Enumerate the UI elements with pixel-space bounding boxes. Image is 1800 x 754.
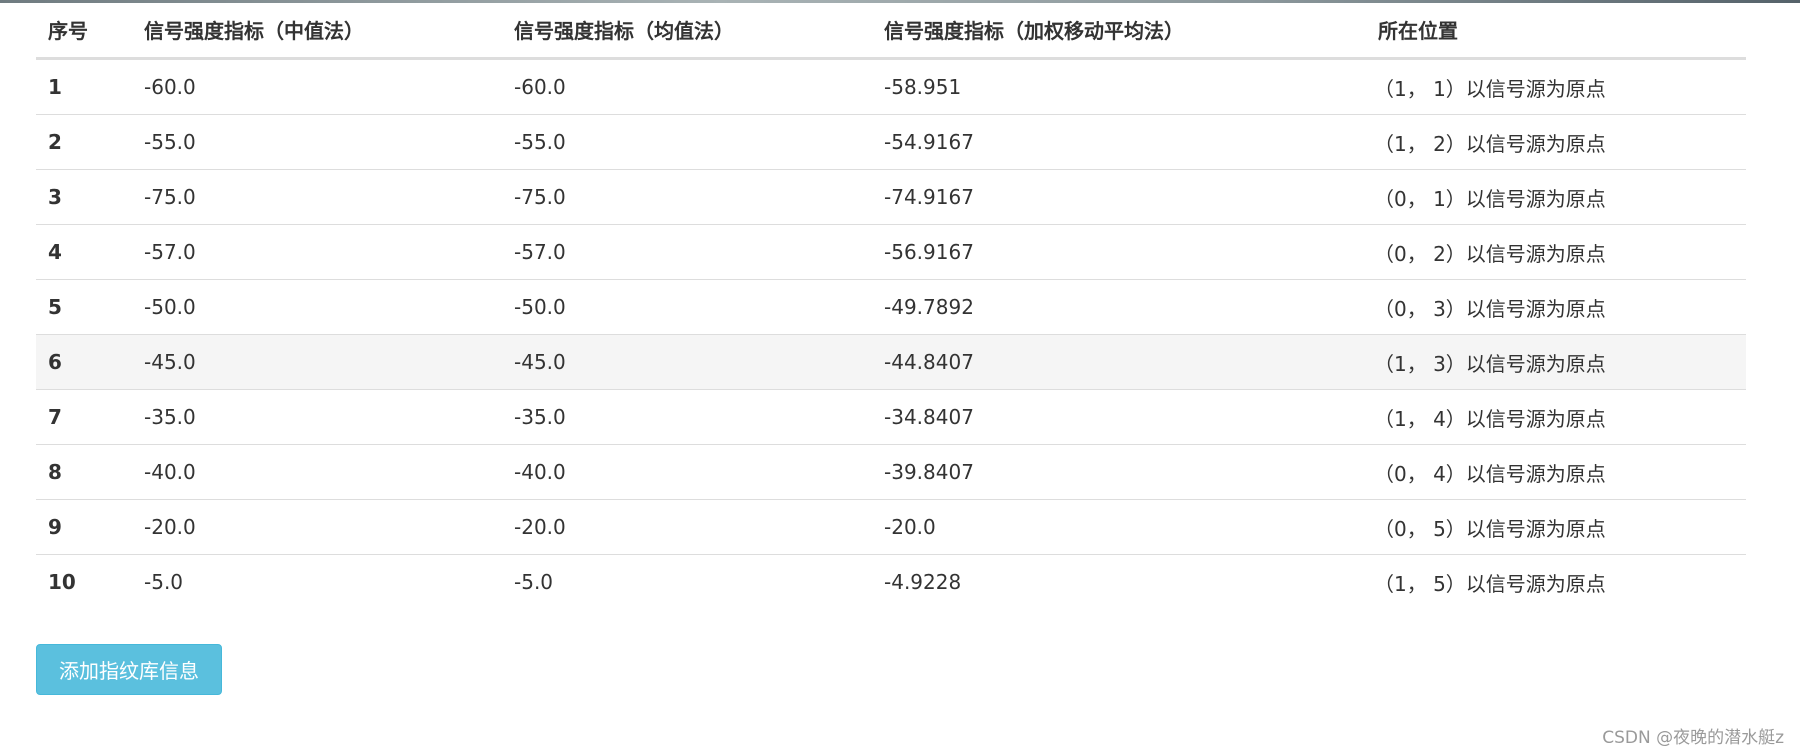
table-header: 序号 信号强度指标（中值法） 信号强度指标（均值法） 信号强度指标（加权移动平均… xyxy=(36,2,1746,60)
cell-weighted-moving-average: -58.951 xyxy=(884,75,962,99)
cell-position: （1， 4）以信号源为原点 xyxy=(1366,389,1746,445)
cell-mean: -55.0 xyxy=(502,114,872,170)
table-row: 6 -45.0 -45.0 -44.8407 （1， 3）以信号源为原点 xyxy=(36,334,1746,390)
cell-index: 6 xyxy=(36,334,132,390)
cell-index: 4 xyxy=(36,224,132,280)
cell-mean: -75.0 xyxy=(502,169,872,225)
column-header-mean: 信号强度指标（均值法） xyxy=(502,2,872,60)
cell-weighted-moving-average: -34.8407 xyxy=(872,389,1366,445)
cell-mean: -40.0 xyxy=(502,444,872,500)
cell-position: （0， 5）以信号源为原点 xyxy=(1366,499,1746,555)
cell-mean: -20.0 xyxy=(502,499,872,555)
cell-median: -40.0 xyxy=(132,444,502,500)
fingerprint-table-container: 序号 信号强度指标（中值法） 信号强度指标（均值法） 信号强度指标（加权移动平均… xyxy=(36,2,1746,609)
table-header-row: 序号 信号强度指标（中值法） 信号强度指标（均值法） 信号强度指标（加权移动平均… xyxy=(36,2,1746,60)
cell-median: -57.0 xyxy=(132,224,502,280)
cell-index: 7 xyxy=(36,389,132,445)
cell-weighted-moving-average: -20.0 xyxy=(872,499,1366,555)
cell-index: 5 xyxy=(36,279,132,335)
cell-median: -45.0 xyxy=(132,334,502,390)
cell-index: 1 xyxy=(48,75,62,99)
cell-weighted-moving-average: -56.9167 xyxy=(872,224,1366,280)
cell-mean: -45.0 xyxy=(502,334,872,390)
cell-median: -50.0 xyxy=(132,279,502,335)
cell-mean: -35.0 xyxy=(502,389,872,445)
fingerprint-table: 序号 信号强度指标（中值法） 信号强度指标（均值法） 信号强度指标（加权移动平均… xyxy=(36,2,1746,609)
table-row: 9 -20.0 -20.0 -20.0 （0， 5）以信号源为原点 xyxy=(36,499,1746,555)
cell-position: （1， 2）以信号源为原点 xyxy=(1366,114,1746,170)
cell-mean: -57.0 xyxy=(502,224,872,280)
cell-weighted-moving-average: -49.7892 xyxy=(872,279,1366,335)
cell-median: -20.0 xyxy=(132,499,502,555)
cell-position: （1， 5）以信号源为原点 xyxy=(1366,554,1746,609)
cell-median: -55.0 xyxy=(132,114,502,170)
csdn-watermark: CSDN @夜晚的潜水艇z xyxy=(1602,728,1784,748)
cell-mean: -50.0 xyxy=(502,279,872,335)
column-header-weighted-moving-average: 信号强度指标（加权移动平均法） xyxy=(872,2,1366,60)
cell-index: 9 xyxy=(36,499,132,555)
cell-position: （0， 1）以信号源为原点 xyxy=(1366,169,1746,225)
table-body: 1 -60.0 -60.0 -58.951 （1， 1）以信号源为原点 2 -55.0 -55… xyxy=(36,59,1746,609)
cell-weighted-moving-average: -39.8407 xyxy=(872,444,1366,500)
table-row: 5 -50.0 -50.0 -49.7892 （0， 3）以信号源为原点 xyxy=(36,279,1746,335)
cell-median: -5.0 xyxy=(132,554,502,609)
table-row: 4 -57.0 -57.0 -56.9167 （0， 2）以信号源为原点 xyxy=(36,224,1746,280)
cell-position: （0， 4）以信号源为原点 xyxy=(1366,444,1746,500)
cell-index: 2 xyxy=(36,114,132,170)
cell-position: （0， 3）以信号源为原点 xyxy=(1366,279,1746,335)
cell-position: （1， 1）以信号源为原点 xyxy=(1374,76,1606,101)
cell-index: 10 xyxy=(36,554,132,609)
cell-weighted-moving-average: -74.9167 xyxy=(872,169,1366,225)
cell-mean: -60.0 xyxy=(514,75,566,99)
table-row: 2 -55.0 -55.0 -54.9167 （1， 2）以信号源为原点 xyxy=(36,114,1746,170)
table-row: 3 -75.0 -75.0 -74.9167 （0， 1）以信号源为原点 xyxy=(36,169,1746,225)
cell-median: -35.0 xyxy=(132,389,502,445)
table-row: 8 -40.0 -40.0 -39.8407 （0， 4）以信号源为原点 xyxy=(36,444,1746,500)
table-row: 7 -35.0 -35.0 -34.8407 （1， 4）以信号源为原点 xyxy=(36,389,1746,445)
cell-index: 8 xyxy=(36,444,132,500)
cell-median: -75.0 xyxy=(132,169,502,225)
add-fingerprint-button[interactable]: 添加指纹库信息 xyxy=(36,644,222,695)
cell-index: 3 xyxy=(36,169,132,225)
cell-weighted-moving-average: -4.9228 xyxy=(872,554,1366,609)
table-row: 1 -60.0 -60.0 -58.951 （1， 1）以信号源为原点 xyxy=(36,59,1746,115)
column-header-position: 所在位置 xyxy=(1366,2,1746,60)
cell-position: （0， 2）以信号源为原点 xyxy=(1366,224,1746,280)
cell-weighted-moving-average: -44.8407 xyxy=(872,334,1366,390)
cell-median: -60.0 xyxy=(144,75,196,99)
table-row: 10 -5.0 -5.0 -4.9228 （1， 5）以信号源为原点 xyxy=(36,554,1746,609)
column-header-median: 信号强度指标（中值法） xyxy=(132,2,502,60)
cell-position: （1， 3）以信号源为原点 xyxy=(1366,334,1746,390)
cell-mean: -5.0 xyxy=(502,554,872,609)
column-header-index: 序号 xyxy=(36,2,132,60)
cell-weighted-moving-average: -54.9167 xyxy=(872,114,1366,170)
